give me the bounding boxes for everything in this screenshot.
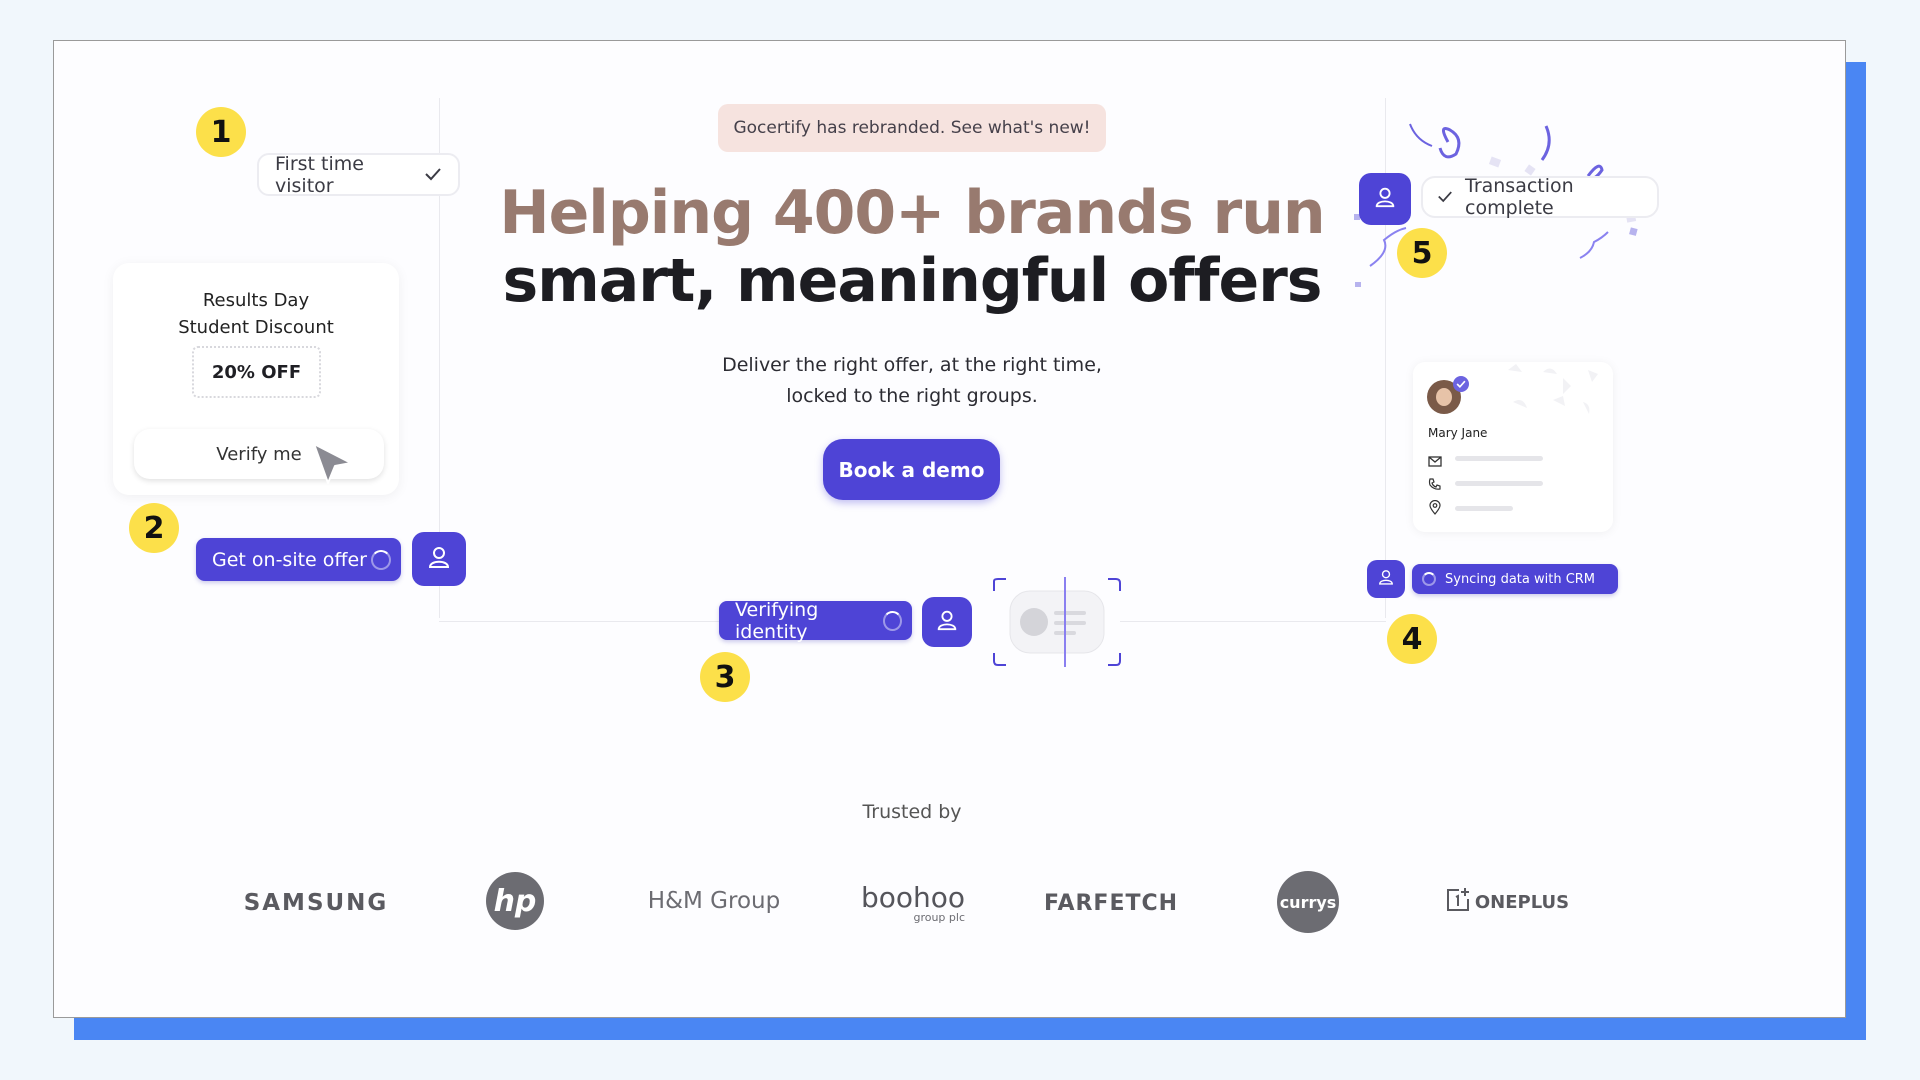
- farfetch-logo: FARFETCH: [1036, 885, 1186, 921]
- location-pin-icon: [1429, 499, 1441, 519]
- get-on-site-offer-button[interactable]: Get on-site offer: [196, 538, 401, 581]
- mail-icon: [1428, 452, 1442, 471]
- syncing-crm-label: Syncing data with CRM: [1445, 571, 1596, 587]
- user-icon: [1377, 568, 1395, 590]
- user-avatar-button-step3[interactable]: [922, 597, 972, 647]
- step-badge-3: 3: [700, 652, 750, 702]
- user-icon: [1373, 185, 1397, 213]
- discount-label: 20% OFF: [211, 361, 302, 383]
- samsung-logo: SAMSUNG: [243, 885, 389, 921]
- user-icon: [426, 544, 452, 574]
- transaction-complete-pill: Transaction complete: [1421, 175, 1659, 219]
- currys-logo-text: currys: [1279, 892, 1337, 912]
- oneplus-logo-text: ONEPLUS: [1474, 891, 1570, 913]
- boohoo-logo-subtext: group plc: [913, 910, 965, 924]
- oneplus-icon: [1445, 887, 1471, 918]
- step-badge-2: 2: [129, 503, 179, 553]
- profile-address-placeholder: [1455, 506, 1513, 511]
- oneplus-logo: ONEPLUS: [1442, 884, 1572, 920]
- offer-card-title-line2: Student Discount: [178, 317, 334, 338]
- profile-email-placeholder: [1455, 456, 1543, 461]
- samsung-logo-text: SAMSUNG: [243, 890, 389, 916]
- check-icon: [424, 164, 442, 186]
- verifying-identity-button[interactable]: Verifying identity: [719, 598, 912, 643]
- get-on-site-offer-label: Get on-site offer: [212, 548, 367, 571]
- step-badge-4: 4: [1387, 614, 1437, 664]
- flow-line-bottom-right: [1120, 621, 1386, 622]
- hp-logo: hp: [486, 872, 544, 930]
- step-badge-5: 5: [1397, 228, 1447, 278]
- hm-group-logo-text: H&M Group: [647, 888, 781, 914]
- verified-badge-icon: [1453, 376, 1469, 392]
- spinner-icon: [1422, 572, 1436, 586]
- user-avatar-button-step5[interactable]: [1359, 173, 1411, 225]
- user-avatar-button-step4[interactable]: [1367, 560, 1405, 598]
- hp-logo-text: hp: [493, 883, 537, 919]
- boohoo-logo: boohoo group plc: [855, 878, 971, 928]
- step-badge-1: 1: [196, 107, 246, 157]
- boohoo-logo-text: boohoo: [860, 880, 966, 914]
- check-icon: [1437, 186, 1453, 208]
- cursor-arrow-icon: [311, 441, 355, 491]
- trusted-by-heading: Trusted by: [862, 801, 962, 823]
- discount-code-box: 20% OFF: [192, 346, 321, 398]
- hero-headline-line1: Helping 400+ brands run: [499, 178, 1325, 248]
- syncing-crm-button[interactable]: Syncing data with CRM: [1412, 564, 1618, 594]
- verifying-identity-label: Verifying identity: [735, 598, 819, 643]
- rebrand-announcement-text: Gocertify has rebranded. See what's new!: [733, 118, 1091, 138]
- spinner-icon: [883, 610, 902, 631]
- currys-logo: currys: [1277, 871, 1339, 933]
- verify-me-label: Verify me: [216, 443, 302, 465]
- hm-group-logo: H&M Group: [640, 883, 788, 919]
- first-time-visitor-pill: First time visitor: [257, 152, 460, 197]
- phone-icon: [1428, 476, 1441, 495]
- profile-name: Mary Jane: [1428, 426, 1488, 440]
- student-discount-card: Results Day Student Discount 20% OFF Ver…: [113, 263, 399, 495]
- profile-phone-placeholder: [1455, 481, 1543, 486]
- user-avatar-button-step2[interactable]: [412, 532, 466, 586]
- book-demo-button[interactable]: Book a demo: [823, 439, 1000, 500]
- hero-headline-line2: smart, meaningful offers: [502, 246, 1322, 316]
- hero-subtitle: Deliver the right offer, at the right ti…: [612, 350, 1212, 412]
- user-icon: [935, 608, 959, 636]
- spinner-icon: [371, 549, 391, 570]
- rebrand-announcement[interactable]: Gocertify has rebranded. See what's new!: [718, 104, 1106, 152]
- flow-line-bottom-left: [439, 621, 719, 622]
- hero-subtitle-line2: locked to the right groups.: [786, 385, 1038, 407]
- transaction-complete-label: Transaction complete: [1465, 175, 1574, 219]
- farfetch-logo-text: FARFETCH: [1043, 890, 1179, 916]
- crm-profile-card: Mary Jane: [1413, 362, 1613, 532]
- hero-subtitle-line1: Deliver the right offer, at the right ti…: [722, 354, 1102, 376]
- offer-card-title-line1: Results Day: [202, 290, 310, 311]
- face-scan-icon: [992, 577, 1122, 667]
- first-time-visitor-label: First time visitor: [275, 152, 364, 197]
